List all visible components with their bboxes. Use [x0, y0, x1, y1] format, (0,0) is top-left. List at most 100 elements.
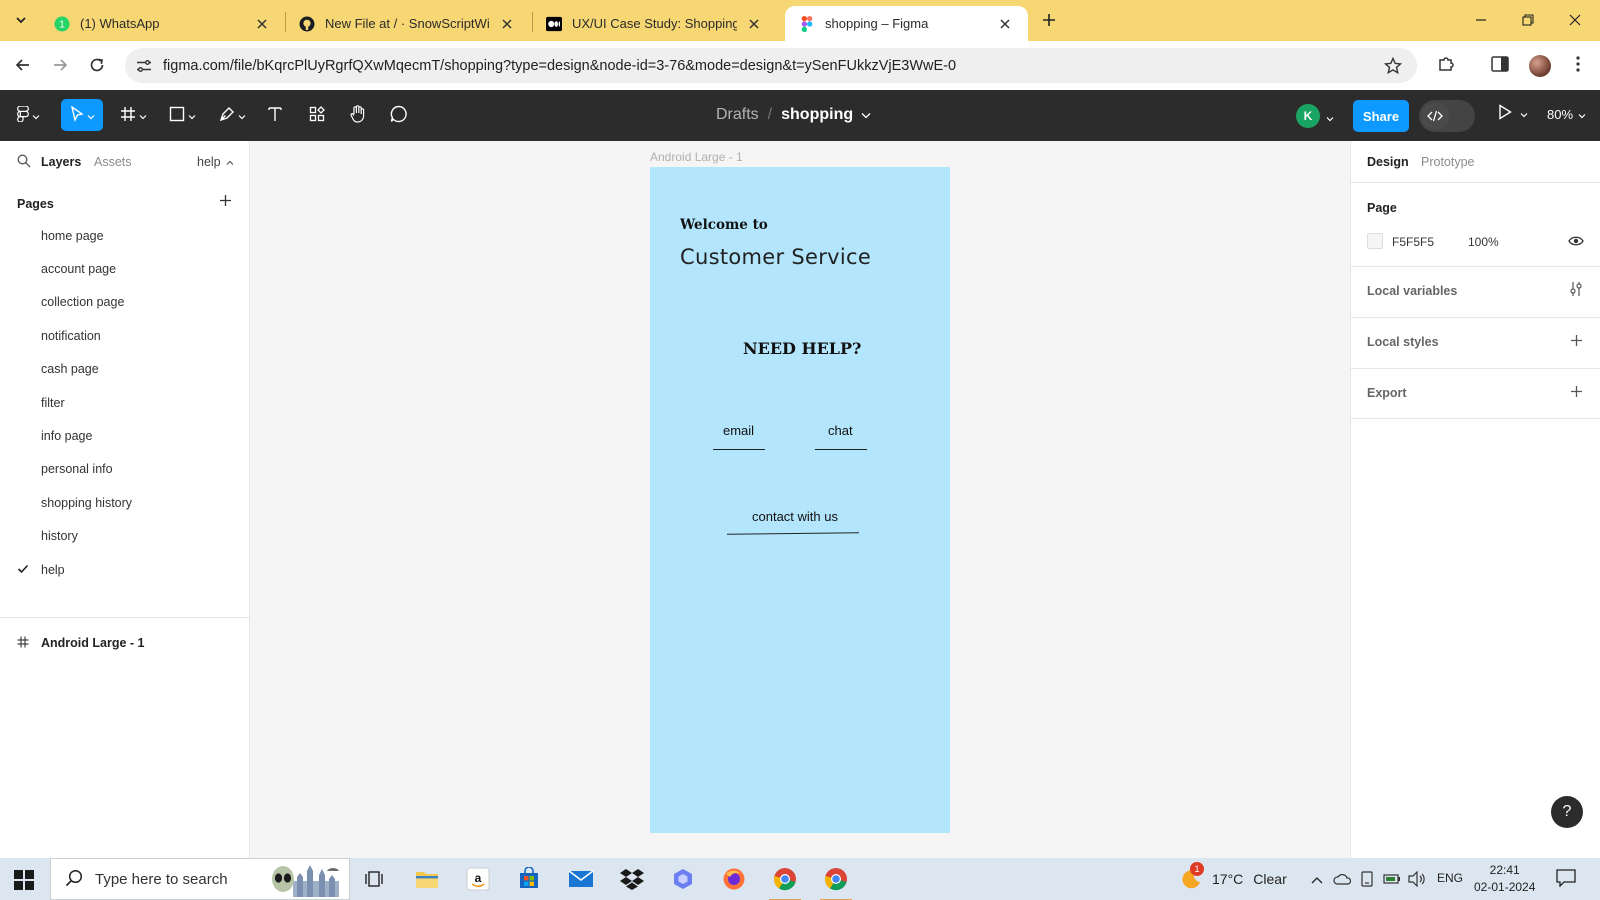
close-icon[interactable]	[996, 15, 1014, 33]
page-item-collection-page[interactable]: collection page	[0, 286, 249, 319]
extensions-button[interactable]	[1434, 53, 1458, 77]
frame-tool-button[interactable]	[115, 99, 151, 131]
tab-prototype[interactable]: Prototype	[1421, 155, 1475, 169]
design-canvas[interactable]: Android Large - 1 Welcome to Customer Se…	[250, 141, 1350, 858]
taskbar-app-firefox[interactable]	[716, 863, 752, 897]
close-icon[interactable]	[745, 15, 763, 33]
battery-icon[interactable]	[1383, 870, 1401, 888]
close-icon[interactable]	[498, 15, 516, 33]
search-icon[interactable]	[17, 154, 31, 171]
start-button[interactable]	[14, 870, 34, 890]
browser-tab-whatsapp[interactable]: 1 (1) WhatsApp	[40, 6, 285, 41]
eye-icon[interactable]	[1567, 232, 1585, 250]
local-variables-label[interactable]: Local variables	[1367, 284, 1457, 298]
file-name[interactable]: shopping	[781, 106, 853, 124]
page-label: account page	[41, 262, 117, 277]
taskbar-app-file-explorer[interactable]	[409, 863, 445, 897]
taskbar-app-chrome-profile-2[interactable]	[818, 863, 854, 900]
frame-label[interactable]: Android Large - 1	[650, 150, 743, 164]
chevron-down-icon[interactable]	[861, 106, 871, 124]
onedrive-icon[interactable]	[1333, 870, 1351, 888]
close-icon[interactable]	[253, 15, 271, 33]
browser-tab-figma[interactable]: shopping – Figma	[785, 6, 1028, 41]
page-item-info-page[interactable]: info page	[0, 419, 249, 452]
local-styles-label[interactable]: Local styles	[1367, 335, 1439, 349]
page-item-shopping-history[interactable]: shopping history	[0, 486, 249, 519]
taskbar-search-box[interactable]: Type here to search	[50, 858, 350, 900]
text-tool-button[interactable]	[263, 99, 287, 131]
export-label[interactable]: Export	[1367, 386, 1407, 400]
add-page-button[interactable]	[216, 193, 234, 211]
plus-icon[interactable]	[1567, 382, 1585, 400]
bookmark-star-icon[interactable]	[1383, 56, 1403, 76]
resources-tool-button[interactable]	[305, 99, 329, 131]
shape-tool-button[interactable]	[164, 99, 200, 131]
forward-button[interactable]	[47, 53, 73, 79]
taskbar-app-mail[interactable]	[563, 863, 599, 897]
show-hidden-icons-button[interactable]	[1308, 870, 1326, 888]
page-color-swatch[interactable]	[1367, 233, 1383, 249]
side-panel-button[interactable]	[1488, 53, 1512, 77]
browser-menu-button[interactable]	[1566, 53, 1590, 77]
page-item-filter[interactable]: filter	[0, 386, 249, 419]
variables-sliders-icon[interactable]	[1567, 280, 1585, 298]
current-page-selector[interactable]: help	[197, 155, 234, 169]
page-item-home-page[interactable]: home page	[0, 219, 249, 252]
tab-search-button[interactable]	[9, 9, 33, 33]
tab-design[interactable]: Design	[1367, 155, 1409, 169]
chevron-down-icon[interactable]	[1326, 110, 1334, 125]
help-button[interactable]: ?	[1551, 796, 1583, 828]
volume-icon[interactable]	[1408, 870, 1426, 888]
taskbar-app-copilot[interactable]	[665, 863, 701, 897]
browser-tab-medium[interactable]: UX/UI Case Study: Shopping Ap	[532, 6, 777, 41]
tab-assets[interactable]: Assets	[94, 155, 132, 169]
page-item-history[interactable]: history	[0, 520, 249, 553]
layer-item-android-large-1[interactable]: Android Large - 1	[0, 628, 249, 658]
minimize-button[interactable]	[1468, 8, 1494, 34]
current-page-label: help	[197, 155, 221, 169]
address-bar[interactable]: figma.com/file/bKqrcPlUyRgrfQXwMqecmT/sh…	[125, 48, 1417, 83]
user-avatar[interactable]: K	[1296, 104, 1320, 128]
page-item-personal-info[interactable]: personal info	[0, 453, 249, 486]
task-view-button[interactable]	[356, 863, 392, 897]
plus-icon[interactable]	[1567, 331, 1585, 349]
comment-tool-button[interactable]	[387, 99, 411, 131]
github-icon	[299, 16, 315, 32]
android-frame[interactable]: Welcome to Customer Service NEED HELP? e…	[650, 167, 950, 833]
drafts-link[interactable]: Drafts	[716, 106, 759, 124]
restore-button[interactable]	[1515, 8, 1541, 34]
page-item-notification[interactable]: notification	[0, 319, 249, 352]
taskbar-app-store[interactable]	[511, 863, 547, 897]
pen-tool-button[interactable]	[214, 99, 250, 131]
notification-center-button[interactable]	[1556, 869, 1576, 890]
profile-avatar[interactable]	[1529, 55, 1551, 77]
contact-link: contact with us	[752, 509, 838, 524]
close-window-button[interactable]	[1562, 8, 1588, 34]
main-menu-button[interactable]	[10, 99, 46, 131]
page-opacity[interactable]: 100%	[1468, 235, 1499, 249]
weather-widget[interactable]: 1 17°C Clear	[1180, 862, 1287, 890]
present-button[interactable]	[1498, 104, 1528, 123]
dev-mode-toggle[interactable]	[1419, 100, 1475, 132]
taskbar-app-dropbox[interactable]	[614, 863, 650, 897]
zoom-dropdown[interactable]: 80%	[1547, 107, 1586, 122]
hand-tool-button[interactable]	[346, 99, 370, 131]
page-item-cash-page[interactable]: cash page	[0, 353, 249, 386]
page-color-hex[interactable]: F5F5F5	[1392, 235, 1434, 249]
page-item-help[interactable]: help	[0, 553, 249, 586]
taskbar-app-amazon[interactable]: a	[460, 863, 496, 897]
taskbar-app-chrome-profile-1[interactable]	[767, 863, 803, 900]
back-button[interactable]	[10, 53, 36, 79]
move-tool-button[interactable]	[61, 99, 103, 131]
language-indicator[interactable]: ENG	[1437, 871, 1463, 885]
page-item-account-page[interactable]: account page	[0, 252, 249, 285]
device-icon[interactable]	[1358, 870, 1376, 888]
share-button[interactable]: Share	[1353, 100, 1409, 132]
clock[interactable]: 22:41 02-01-2024	[1474, 862, 1535, 896]
panel-divider	[1351, 418, 1600, 419]
site-settings-icon[interactable]	[135, 57, 153, 75]
new-tab-button[interactable]	[1038, 10, 1060, 32]
reload-button[interactable]	[84, 53, 110, 79]
tab-layers[interactable]: Layers	[41, 155, 81, 169]
browser-tab-github[interactable]: New File at / · SnowScriptWinte	[285, 6, 530, 41]
